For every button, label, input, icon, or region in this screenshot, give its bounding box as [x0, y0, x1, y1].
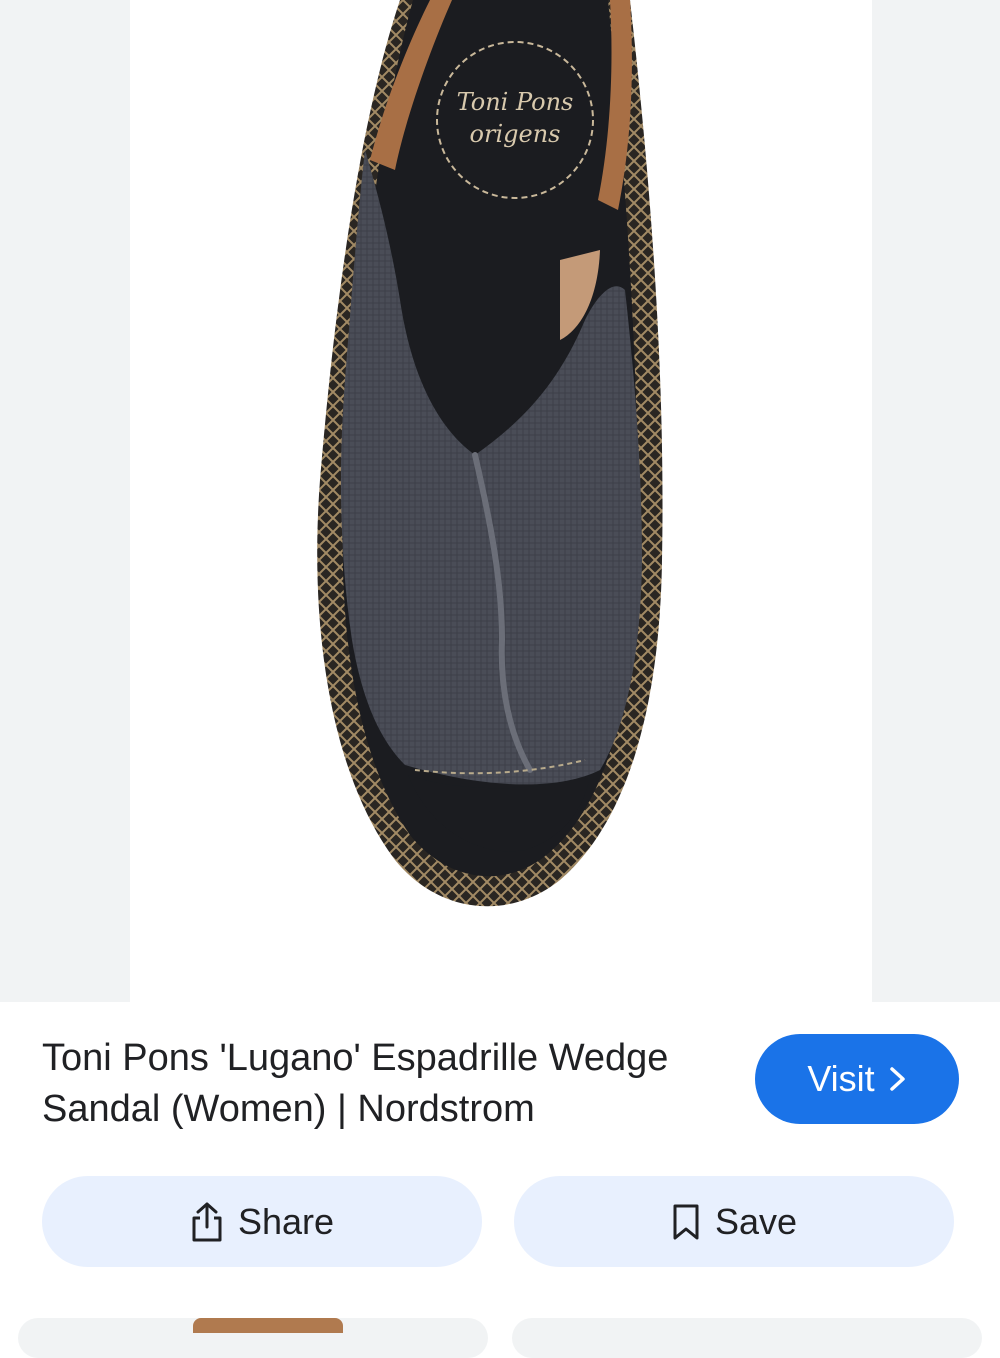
share-icon — [190, 1201, 224, 1243]
share-label: Share — [237, 1200, 335, 1242]
logo-line-2: origens — [470, 120, 561, 148]
related-result-thumbnail — [193, 1318, 343, 1333]
related-result-card[interactable] — [512, 1318, 982, 1358]
chevron-right-icon — [889, 1066, 907, 1092]
visit-label: Visit — [807, 1058, 875, 1099]
save-button[interactable]: Save — [514, 1176, 954, 1267]
related-result-card[interactable] — [18, 1318, 488, 1358]
result-title[interactable]: Toni Pons 'Lugano' Espadrille Wedge Sand… — [42, 1033, 732, 1135]
bookmark-icon — [671, 1203, 701, 1241]
share-button[interactable]: Share — [42, 1176, 482, 1267]
image-area: Toni Pons origens — [0, 0, 1000, 1002]
product-image[interactable]: Toni Pons origens — [130, 0, 872, 1002]
logo-line-1: Toni Pons — [457, 88, 574, 116]
visit-button[interactable]: Visit — [755, 1034, 959, 1124]
save-label: Save — [714, 1200, 798, 1242]
